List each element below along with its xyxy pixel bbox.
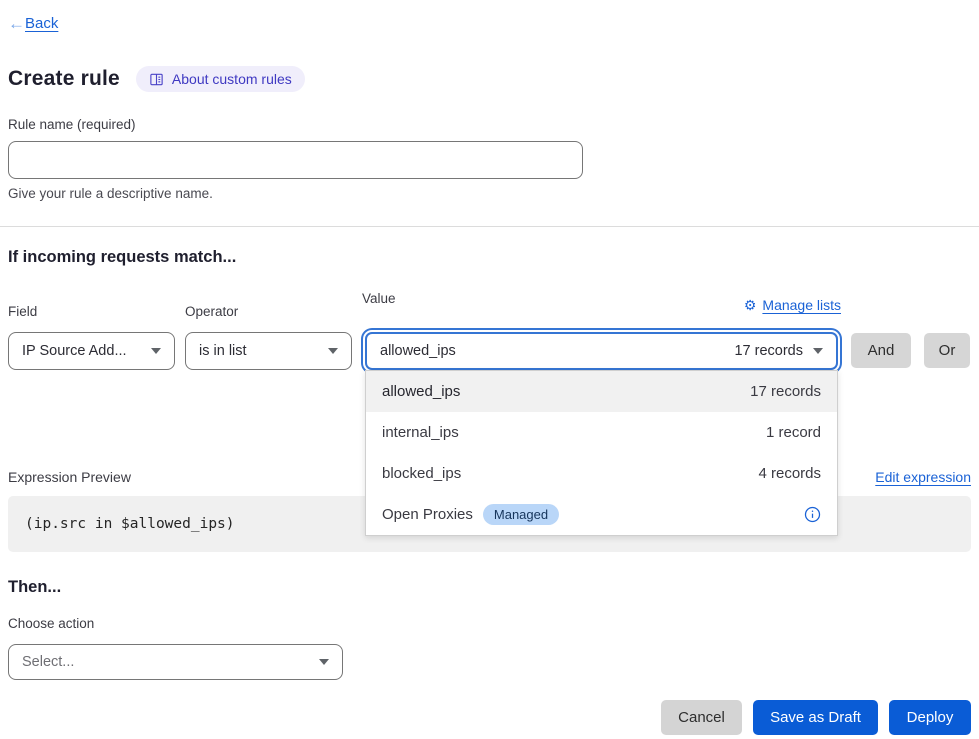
expression-preview-label: Expression Preview — [8, 469, 131, 485]
list-item-name: blocked_ips — [382, 465, 461, 482]
manage-lists-link[interactable]: ⚙ Manage lists — [744, 297, 841, 313]
value-label-row: Value ⚙ Manage lists — [362, 291, 841, 319]
then-heading: Then... — [8, 578, 971, 597]
rule-name-label: Rule name (required) — [8, 117, 971, 132]
list-item-records: 1 record — [766, 424, 821, 441]
value-column: Value ⚙ Manage lists allowed_ips 17 reco… — [362, 291, 841, 370]
chevron-down-icon — [151, 348, 161, 354]
field-select-value: IP Source Add... — [22, 343, 127, 359]
expression-code: (ip.src in $allowed_ips) — [25, 516, 235, 532]
back-arrow-icon: ← — [8, 15, 25, 32]
value-select-meta: 17 records — [734, 343, 823, 359]
list-item-name: internal_ips — [382, 424, 459, 441]
list-item-name: Open Proxies — [382, 506, 473, 523]
list-item-open-proxies[interactable]: Open Proxies Managed — [366, 494, 837, 535]
operator-label: Operator — [185, 304, 352, 319]
value-select-value: allowed_ips — [380, 343, 456, 359]
action-select[interactable]: Select... — [8, 644, 343, 680]
manage-lists-label: Manage lists — [762, 297, 841, 313]
list-item-blocked-ips[interactable]: blocked_ips 4 records — [366, 453, 837, 494]
section-divider — [0, 226, 979, 227]
list-item-name: allowed_ips — [382, 383, 460, 400]
gear-icon: ⚙ — [744, 298, 757, 312]
value-records-count: 17 records — [734, 343, 803, 359]
action-select-placeholder: Select... — [22, 654, 74, 670]
rule-name-helper: Give your rule a descriptive name. — [8, 186, 971, 201]
operator-column: Operator is in list — [185, 304, 352, 370]
value-label: Value — [362, 291, 396, 306]
back-label: Back — [25, 15, 58, 32]
match-heading: If incoming requests match... — [8, 248, 971, 267]
list-item-internal-ips[interactable]: internal_ips 1 record — [366, 412, 837, 453]
list-item-allowed-ips[interactable]: allowed_ips 17 records — [366, 371, 837, 412]
page-title: Create rule — [8, 67, 120, 91]
deploy-button[interactable]: Deploy — [889, 700, 971, 735]
condition-row: Field IP Source Add... Operator is in li… — [8, 291, 971, 370]
list-item-records: 17 records — [750, 383, 821, 400]
operator-select-value: is in list — [199, 343, 247, 359]
rule-name-input[interactable] — [8, 141, 583, 179]
managed-badge: Managed — [483, 504, 559, 525]
list-item-info — [804, 506, 821, 523]
choose-action-label: Choose action — [8, 616, 971, 631]
field-label: Field — [8, 304, 175, 319]
field-select[interactable]: IP Source Add... — [8, 332, 175, 370]
book-icon — [149, 72, 164, 87]
info-icon[interactable] — [804, 506, 821, 523]
rule-name-group: Rule name (required) Give your rule a de… — [8, 117, 971, 201]
list-item-records: 4 records — [758, 465, 821, 482]
chevron-down-icon — [813, 348, 823, 354]
about-custom-rules-link[interactable]: About custom rules — [136, 66, 305, 92]
value-select[interactable]: allowed_ips 17 records — [365, 332, 838, 370]
cancel-button[interactable]: Cancel — [661, 700, 742, 735]
field-column: Field IP Source Add... — [8, 304, 175, 370]
chevron-down-icon — [319, 659, 329, 665]
title-row: Create rule About custom rules — [8, 66, 971, 92]
chevron-down-icon — [328, 348, 338, 354]
operator-select[interactable]: is in list — [185, 332, 352, 370]
back-link[interactable]: ←Back — [8, 15, 58, 32]
edit-expression-link[interactable]: Edit expression — [875, 469, 971, 485]
and-button[interactable]: And — [851, 333, 911, 368]
footer-actions: Cancel Save as Draft Deploy — [8, 700, 971, 735]
create-rule-page: ←Back Create rule About custom rules Rul… — [0, 0, 979, 739]
lists-dropdown-panel: allowed_ips 17 records internal_ips 1 re… — [365, 370, 838, 536]
save-as-draft-button[interactable]: Save as Draft — [753, 700, 878, 735]
about-custom-rules-label: About custom rules — [172, 71, 292, 87]
or-button[interactable]: Or — [924, 333, 970, 368]
